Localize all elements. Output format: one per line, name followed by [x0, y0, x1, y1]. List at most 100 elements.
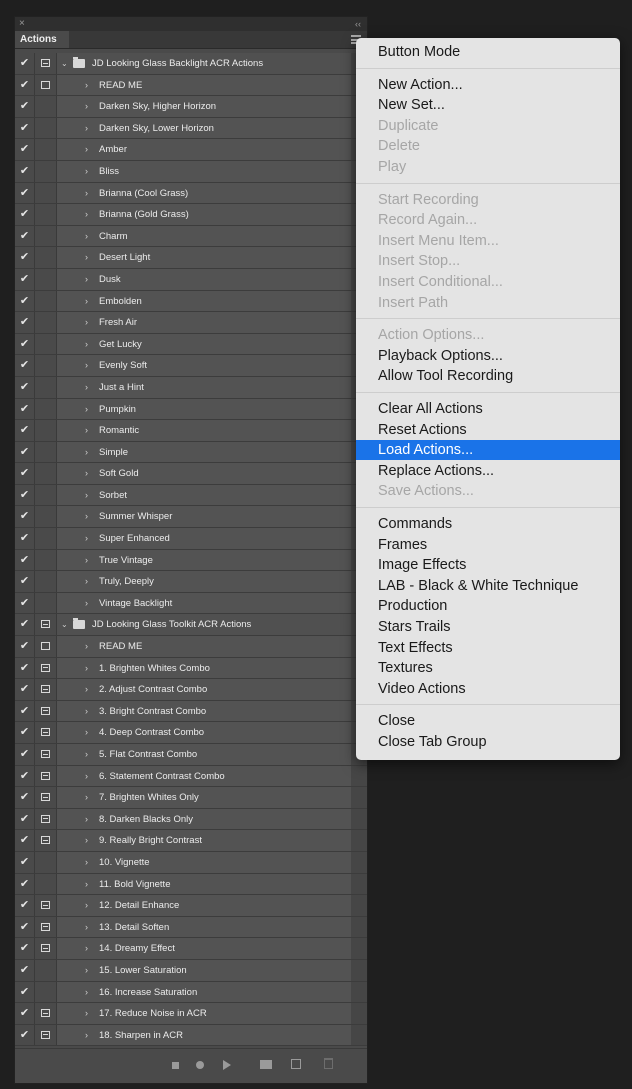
action-row[interactable]: ✔ › Simple: [15, 441, 367, 464]
action-row[interactable]: ✔ › READ ME: [15, 74, 367, 97]
play-icon[interactable]: [223, 1060, 231, 1070]
action-row[interactable]: ✔ › 11. Bold Vignette: [15, 873, 367, 896]
dialog-toggle[interactable]: [35, 463, 57, 484]
expand-chevron-right-icon[interactable]: ›: [85, 787, 88, 808]
toggle-checkmark-icon[interactable]: ✔: [15, 808, 35, 830]
row-content[interactable]: › Vintage Backlight: [57, 592, 351, 614]
toggle-checkmark-icon[interactable]: ✔: [15, 636, 35, 657]
expand-chevron-right-icon[interactable]: ›: [85, 463, 88, 484]
row-content[interactable]: › Fresh Air: [57, 312, 351, 333]
action-row[interactable]: ✔ › 17. Reduce Noise in ACR: [15, 1003, 367, 1025]
row-content[interactable]: › 2. Adjust Contrast Combo: [57, 679, 351, 700]
scrollbar-track[interactable]: [351, 959, 367, 981]
menu-item-production[interactable]: Production: [356, 596, 620, 616]
action-row[interactable]: ✔ › 2. Adjust Contrast Combo: [15, 679, 367, 701]
action-row[interactable]: ✔ › Amber: [15, 139, 367, 161]
toggle-checkmark-icon[interactable]: ✔: [15, 463, 35, 484]
expand-chevron-right-icon[interactable]: ›: [85, 830, 88, 851]
row-content[interactable]: › Amber: [57, 139, 351, 160]
dialog-toggle[interactable]: [35, 636, 57, 657]
expand-chevron-right-icon[interactable]: ›: [85, 528, 88, 549]
scrollbar-track[interactable]: [351, 1024, 367, 1046]
toggle-checkmark-icon[interactable]: ✔: [15, 420, 35, 441]
dialog-toggle[interactable]: [35, 1003, 57, 1024]
scrollbar-track[interactable]: [351, 916, 367, 938]
row-content[interactable]: › Get Lucky: [57, 333, 351, 355]
toggle-checkmark-icon[interactable]: ✔: [15, 895, 35, 916]
menu-item-new-set[interactable]: New Set...: [356, 95, 620, 115]
trash-icon[interactable]: [324, 1058, 333, 1069]
new-action-icon[interactable]: [291, 1059, 301, 1069]
expand-chevron-right-icon[interactable]: ›: [85, 399, 88, 420]
dialog-toggle[interactable]: [35, 312, 57, 333]
expand-chevron-right-icon[interactable]: ›: [85, 852, 88, 873]
expand-chevron-right-icon[interactable]: ›: [85, 506, 88, 527]
row-content[interactable]: › 13. Detail Soften: [57, 916, 351, 938]
row-content[interactable]: › 17. Reduce Noise in ACR: [57, 1003, 351, 1024]
scrollbar-track[interactable]: [351, 787, 367, 808]
toggle-checkmark-icon[interactable]: ✔: [15, 549, 35, 571]
expand-chevron-right-icon[interactable]: ›: [85, 247, 88, 268]
toggle-checkmark-icon[interactable]: ✔: [15, 981, 35, 1003]
row-content[interactable]: › READ ME: [57, 74, 351, 96]
row-content[interactable]: › Darken Sky, Lower Horizon: [57, 117, 351, 139]
menu-item-commands[interactable]: Commands: [356, 514, 620, 534]
action-row[interactable]: ✔ › Vintage Backlight: [15, 592, 367, 615]
toggle-checkmark-icon[interactable]: ✔: [15, 160, 35, 182]
row-content[interactable]: › Darken Sky, Higher Horizon: [57, 96, 351, 117]
dialog-toggle[interactable]: [35, 722, 57, 743]
action-row[interactable]: ✔ › Truly, Deeply: [15, 571, 367, 593]
dialog-toggle[interactable]: [35, 420, 57, 441]
toggle-checkmark-icon[interactable]: ✔: [15, 182, 35, 204]
toggle-checkmark-icon[interactable]: ✔: [15, 333, 35, 355]
action-set-row[interactable]: ✔ ⌄ JD Looking Glass Toolkit ACR Actions: [15, 614, 367, 637]
tab-actions[interactable]: Actions: [15, 31, 69, 48]
action-row[interactable]: ✔ › Romantic: [15, 420, 367, 442]
dialog-toggle[interactable]: [35, 204, 57, 225]
dialog-toggle[interactable]: [35, 506, 57, 528]
expand-chevron-right-icon[interactable]: ›: [85, 312, 88, 333]
toggle-checkmark-icon[interactable]: ✔: [15, 744, 35, 765]
toggle-checkmark-icon[interactable]: ✔: [15, 441, 35, 463]
row-content[interactable]: › 8. Darken Blacks Only: [57, 808, 351, 830]
action-row[interactable]: ✔ › 9. Really Bright Contrast: [15, 830, 367, 852]
row-content[interactable]: › Charm: [57, 225, 351, 247]
dialog-toggle[interactable]: [35, 528, 57, 549]
menu-item-stars-trails[interactable]: Stars Trails: [356, 617, 620, 637]
action-row[interactable]: ✔ › 8. Darken Blacks Only: [15, 808, 367, 831]
expand-chevron-right-icon[interactable]: ›: [85, 226, 88, 247]
dialog-toggle[interactable]: [35, 959, 57, 981]
dialog-toggle[interactable]: [35, 247, 57, 268]
dialog-toggle[interactable]: [35, 74, 57, 96]
action-row[interactable]: ✔ › Sorbet: [15, 484, 367, 507]
menu-item-image-effects[interactable]: Image Effects: [356, 555, 620, 575]
expand-chevron-right-icon[interactable]: ›: [85, 420, 88, 441]
action-row[interactable]: ✔ › 13. Detail Soften: [15, 916, 367, 939]
expand-chevron-right-icon[interactable]: ›: [85, 269, 88, 290]
row-content[interactable]: › Truly, Deeply: [57, 571, 351, 592]
toggle-checkmark-icon[interactable]: ✔: [15, 204, 35, 225]
menu-item-allow-tool-recording[interactable]: Allow Tool Recording: [356, 366, 620, 386]
expand-chevron-right-icon[interactable]: ›: [85, 183, 88, 204]
toggle-checkmark-icon[interactable]: ✔: [15, 355, 35, 376]
row-content[interactable]: › 4. Deep Contrast Combo: [57, 722, 351, 743]
row-content[interactable]: › Sorbet: [57, 484, 351, 506]
toggle-checkmark-icon[interactable]: ✔: [15, 53, 35, 74]
menu-item-close-tab-group[interactable]: Close Tab Group: [356, 732, 620, 752]
dialog-toggle[interactable]: [35, 873, 57, 895]
row-content[interactable]: › Simple: [57, 441, 351, 463]
menu-item-new-action[interactable]: New Action...: [356, 75, 620, 95]
dialog-toggle[interactable]: [35, 355, 57, 376]
action-row[interactable]: ✔ › 1. Brighten Whites Combo: [15, 657, 367, 680]
record-icon[interactable]: [196, 1061, 204, 1069]
dialog-toggle[interactable]: [35, 851, 57, 873]
toggle-checkmark-icon[interactable]: ✔: [15, 506, 35, 528]
expand-chevron-right-icon[interactable]: ›: [85, 291, 88, 312]
row-content[interactable]: › Romantic: [57, 420, 351, 441]
expand-chevron-right-icon[interactable]: ›: [85, 658, 88, 679]
action-row[interactable]: ✔ › Darken Sky, Higher Horizon: [15, 96, 367, 118]
expand-chevron-right-icon[interactable]: ›: [85, 96, 88, 117]
row-content[interactable]: › 12. Detail Enhance: [57, 895, 351, 916]
action-row[interactable]: ✔ › Embolden: [15, 290, 367, 313]
action-row[interactable]: ✔ › Brianna (Cool Grass): [15, 182, 367, 205]
